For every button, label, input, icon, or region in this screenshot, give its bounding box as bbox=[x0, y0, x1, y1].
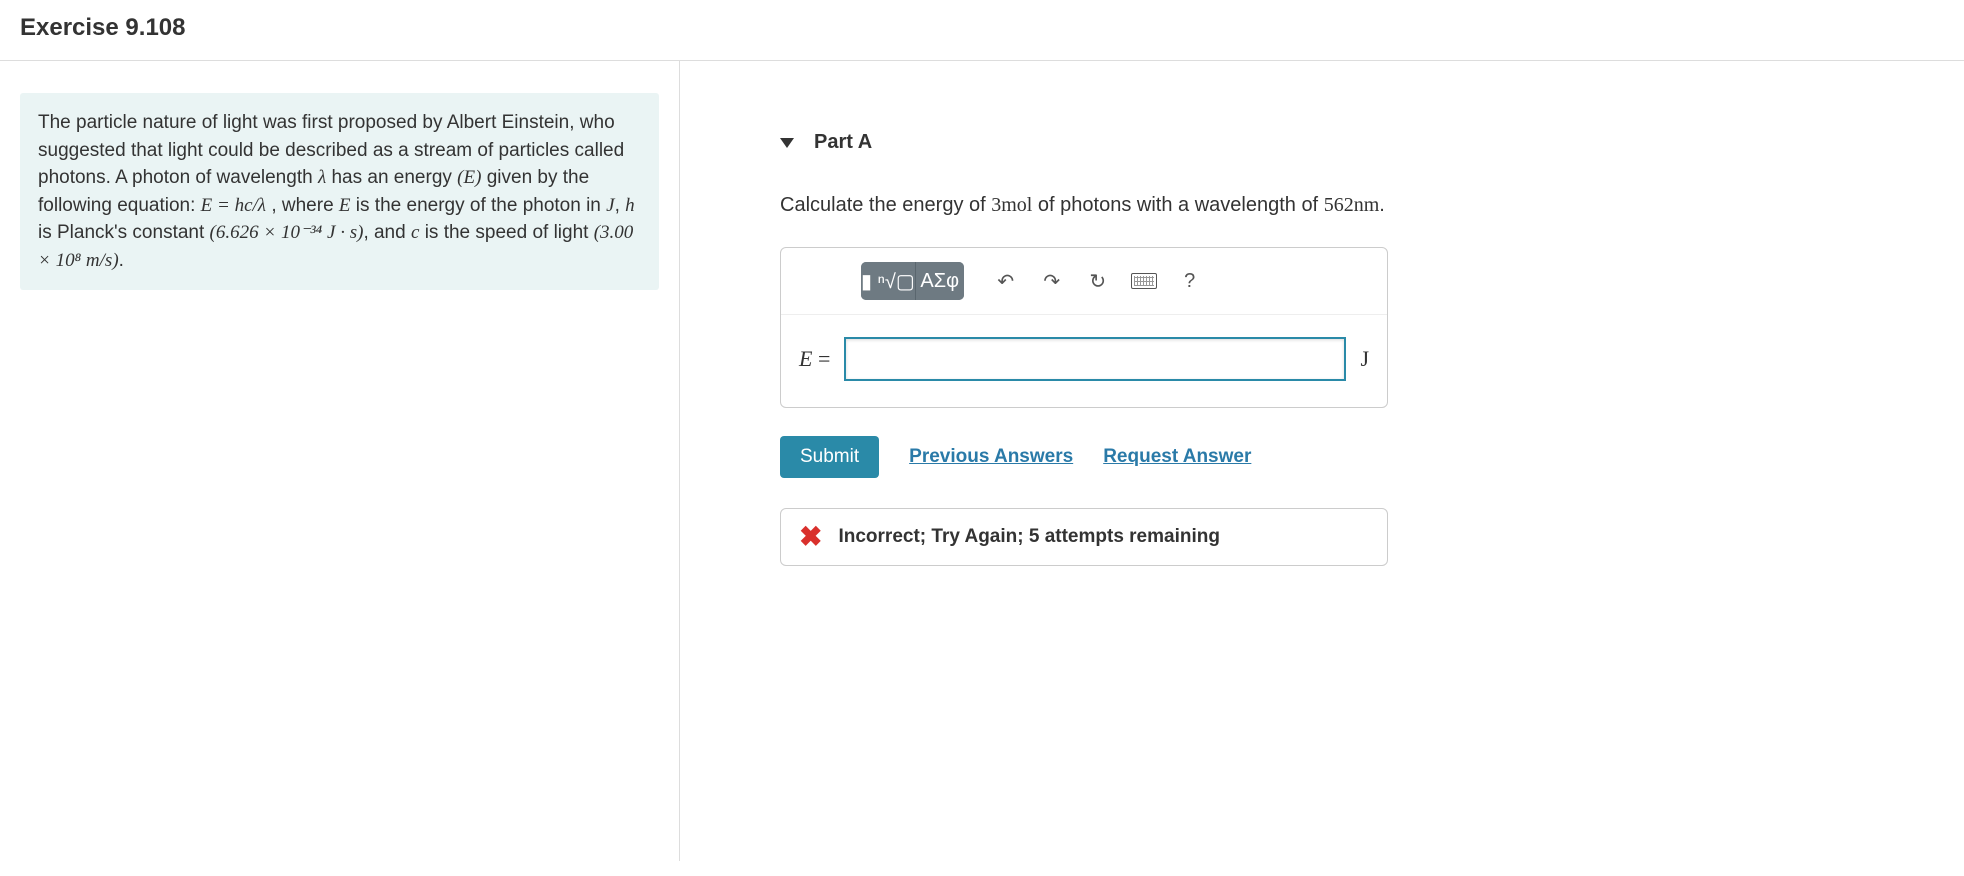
lambda-symbol: λ bbox=[318, 167, 326, 188]
intro-text: is the speed of light bbox=[419, 222, 593, 243]
q-text: . bbox=[1379, 194, 1385, 216]
content-area: The particle nature of light was first p… bbox=[0, 61, 1964, 861]
right-panel: Part A Calculate the energy of 3mol of p… bbox=[680, 61, 1830, 861]
equation-toolbar: ▮ ⁿ√▢ ΑΣφ ↶ ↷ ↻ ? bbox=[781, 248, 1387, 315]
lhs-var: E bbox=[799, 346, 812, 371]
keyboard-icon bbox=[1131, 273, 1157, 289]
j-unit: J bbox=[606, 195, 614, 216]
exercise-title: Exercise 9.108 bbox=[20, 14, 1944, 42]
intro-text: , and bbox=[363, 222, 411, 243]
intro-text: is the energy of the photon in bbox=[351, 195, 607, 216]
intro-text: . bbox=[119, 250, 124, 271]
energy-symbol: (E) bbox=[457, 167, 481, 188]
help-icon: ? bbox=[1184, 270, 1195, 293]
q-text: of photons with a wavelength of bbox=[1032, 194, 1323, 216]
h-var: h bbox=[625, 195, 635, 216]
feedback-box: ✖ Incorrect; Try Again; 5 attempts remai… bbox=[780, 508, 1388, 566]
answer-box: ▮ ⁿ√▢ ΑΣφ ↶ ↷ ↻ ? E = J bbox=[780, 247, 1388, 408]
answer-lhs: E = bbox=[799, 346, 830, 372]
lhs-eq: = bbox=[812, 346, 830, 371]
e-var: E bbox=[339, 195, 351, 216]
answer-input[interactable] bbox=[844, 337, 1346, 381]
planck-constant: (6.626 × 10⁻³⁴ J · s) bbox=[210, 222, 364, 243]
incorrect-icon: ✖ bbox=[799, 523, 822, 551]
submit-button[interactable]: Submit bbox=[780, 436, 879, 478]
answer-unit: J bbox=[1360, 346, 1369, 372]
part-title: Part A bbox=[814, 131, 872, 154]
request-answer-link[interactable]: Request Answer bbox=[1103, 446, 1251, 468]
intro-text: has an energy bbox=[326, 167, 457, 188]
reset-button[interactable]: ↻ bbox=[1078, 263, 1118, 299]
part-header[interactable]: Part A bbox=[780, 131, 1790, 154]
input-row: E = J bbox=[781, 315, 1387, 407]
equation: E = hc/λ bbox=[201, 195, 266, 216]
redo-button[interactable]: ↷ bbox=[1032, 263, 1072, 299]
exercise-header: Exercise 9.108 bbox=[0, 0, 1964, 61]
previous-answers-link[interactable]: Previous Answers bbox=[909, 446, 1073, 468]
question-text: Calculate the energy of 3mol of photons … bbox=[780, 194, 1790, 217]
feedback-text: Incorrect; Try Again; 5 attempts remaini… bbox=[838, 526, 1220, 548]
q-mol: 3mol bbox=[991, 194, 1032, 216]
redo-icon: ↷ bbox=[1043, 269, 1060, 294]
greek-button[interactable]: ΑΣφ bbox=[916, 262, 964, 300]
intro-text: , bbox=[615, 195, 626, 216]
left-panel: The particle nature of light was first p… bbox=[0, 61, 680, 861]
keyboard-button[interactable] bbox=[1124, 263, 1164, 299]
undo-button[interactable]: ↶ bbox=[986, 263, 1026, 299]
help-button[interactable]: ? bbox=[1170, 263, 1210, 299]
intro-text: is Planck's constant bbox=[38, 222, 210, 243]
q-wavelength: 562nm bbox=[1324, 194, 1380, 216]
intro-text: , where bbox=[266, 195, 339, 216]
undo-icon: ↶ bbox=[997, 269, 1014, 294]
intro-box: The particle nature of light was first p… bbox=[20, 93, 659, 290]
chevron-down-icon bbox=[780, 138, 794, 148]
q-text: Calculate the energy of bbox=[780, 194, 991, 216]
reset-icon: ↻ bbox=[1089, 269, 1106, 294]
actions-row: Submit Previous Answers Request Answer bbox=[780, 436, 1790, 478]
toolbar-group: ▮ ⁿ√▢ ΑΣφ bbox=[861, 262, 964, 300]
templates-button[interactable]: ▮ ⁿ√▢ bbox=[861, 262, 916, 300]
